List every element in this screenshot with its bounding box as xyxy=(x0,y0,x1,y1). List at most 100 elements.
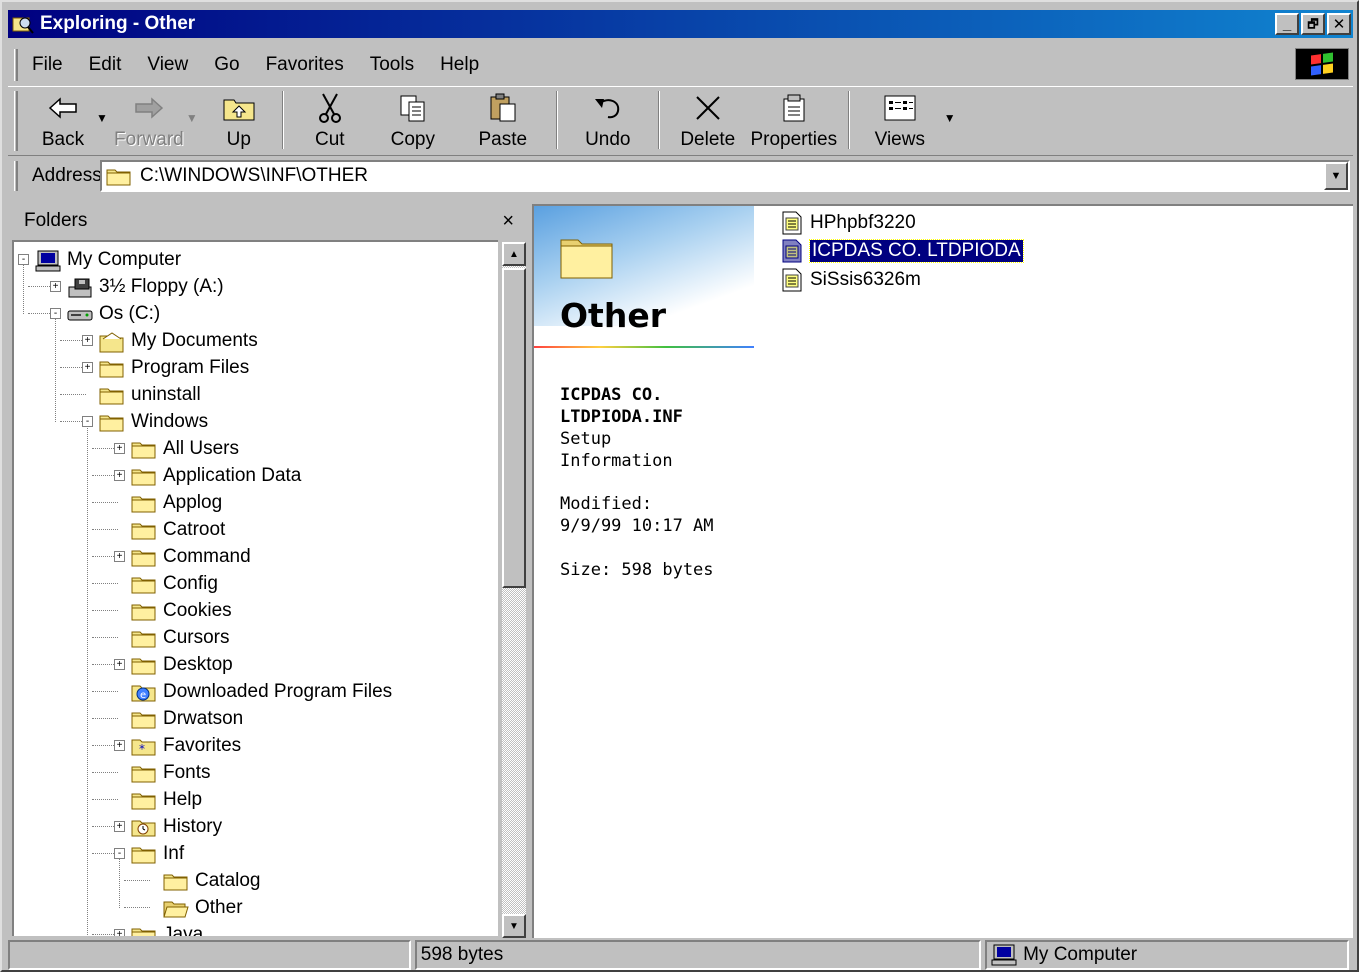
tree-item-favorites[interactable]: + * Favorites xyxy=(114,732,241,759)
status-panel-blank xyxy=(8,940,411,970)
folder-icon xyxy=(131,844,157,864)
forward-dropdown-icon[interactable]: ▼ xyxy=(186,111,198,125)
tree-item-drwatson[interactable]: Drwatson xyxy=(114,705,243,732)
paste-icon xyxy=(483,91,523,125)
minimize-button[interactable]: _ xyxy=(1275,13,1299,35)
undo-icon xyxy=(588,91,628,125)
back-label: Back xyxy=(41,129,85,150)
tree-item-my-documents[interactable]: + My Documents xyxy=(82,327,258,354)
expand-icon[interactable]: + xyxy=(114,551,125,562)
tree-item-label: Applog xyxy=(163,491,223,513)
folder-icon xyxy=(131,763,157,783)
status-zone-label: My Computer xyxy=(1023,944,1138,965)
copy-button[interactable]: Copy xyxy=(368,87,458,153)
address-dropdown-button[interactable]: ▼ xyxy=(1324,162,1348,190)
tree-item-downloaded-program-files[interactable]: e Downloaded Program Files xyxy=(114,678,392,705)
paste-button[interactable]: Paste xyxy=(458,87,548,153)
menu-grip[interactable] xyxy=(14,49,18,81)
address-input[interactable]: C:\WINDOWS\INF\OTHER ▼ xyxy=(100,160,1350,192)
delete-label: Delete xyxy=(680,129,736,150)
menu-view[interactable]: View xyxy=(147,54,188,76)
large-folder-icon xyxy=(560,234,614,280)
address-grip[interactable] xyxy=(14,161,18,191)
tree-item-label: Application Data xyxy=(163,464,302,486)
up-label: Up xyxy=(226,129,251,150)
tree-item-all-users[interactable]: + All Users xyxy=(114,435,239,462)
tree-item-other[interactable]: Other xyxy=(146,894,243,921)
tree-item-help[interactable]: Help xyxy=(114,786,202,813)
drive-icon xyxy=(67,304,93,324)
expand-icon[interactable]: + xyxy=(114,740,125,751)
tree-item-java[interactable]: + Java xyxy=(114,921,203,936)
tree-item-program-files[interactable]: + Program Files xyxy=(82,354,249,381)
expand-icon[interactable]: + xyxy=(114,470,125,481)
close-button[interactable]: ✕ xyxy=(1327,13,1351,35)
tree-connector xyxy=(55,318,56,422)
close-icon: ✕ xyxy=(1332,15,1346,33)
tree-item-applog[interactable]: Applog xyxy=(114,489,222,516)
tree-item-my-computer[interactable]: - My Computer xyxy=(18,246,181,273)
expand-icon[interactable]: + xyxy=(114,929,125,936)
folders-header: Folders × xyxy=(10,204,524,238)
views-button[interactable]: Views xyxy=(858,87,942,153)
expand-icon[interactable]: + xyxy=(114,659,125,670)
tree-scrollbar[interactable]: ▲ ▼ xyxy=(502,242,526,938)
folder-tree[interactable]: - My Computer +3½ Floppy (A:) - Os (C:) + My D… xyxy=(12,240,498,936)
tree-item-cookies[interactable]: Cookies xyxy=(114,597,232,624)
maximize-button[interactable]: 🗗 xyxy=(1301,13,1325,35)
tree-item-application-data[interactable]: + Application Data xyxy=(114,462,301,489)
tree-item-uninstall[interactable]: uninstall xyxy=(82,381,201,408)
folder-icon xyxy=(131,493,157,513)
properties-label: Properties xyxy=(750,129,838,150)
tree-item-label: Os (C:) xyxy=(99,302,161,324)
back-button[interactable]: Back xyxy=(32,87,94,153)
close-folders-button[interactable]: × xyxy=(502,210,514,233)
tree-item-fonts[interactable]: Fonts xyxy=(114,759,211,786)
undo-button[interactable]: Undo xyxy=(566,87,650,153)
tree-item-label: Fonts xyxy=(163,761,211,783)
tree-item-catalog[interactable]: Catalog xyxy=(146,867,261,894)
file-item[interactable]: SiSsis6326m xyxy=(782,267,921,293)
menu-favorites[interactable]: Favorites xyxy=(266,54,344,76)
menu-help[interactable]: Help xyxy=(440,54,479,76)
tree-item-inf[interactable]: - Inf xyxy=(114,840,184,867)
scroll-up-button[interactable]: ▲ xyxy=(502,242,526,266)
file-name: HPhpbf3220 xyxy=(810,212,916,233)
cut-button[interactable]: Cut xyxy=(292,87,368,153)
tree-item-3-floppy-a[interactable]: +3½ Floppy (A:) xyxy=(50,273,224,300)
expand-icon[interactable]: + xyxy=(114,821,125,832)
back-dropdown-icon[interactable]: ▼ xyxy=(96,111,108,125)
tree-item-windows[interactable]: - Windows xyxy=(82,408,208,435)
floppy-icon xyxy=(67,277,93,297)
menu-file[interactable]: File xyxy=(32,54,63,76)
tree-item-config[interactable]: Config xyxy=(114,570,218,597)
forward-button[interactable]: Forward xyxy=(114,87,184,153)
tree-item-catroot[interactable]: Catroot xyxy=(114,516,225,543)
up-button[interactable]: Up xyxy=(204,87,274,153)
tree-item-desktop[interactable]: + Desktop xyxy=(114,651,233,678)
tree-item-history[interactable]: + History xyxy=(114,813,222,840)
delete-x-icon xyxy=(688,91,728,125)
tree-item-cursors[interactable]: Cursors xyxy=(114,624,230,651)
expand-icon[interactable]: + xyxy=(50,281,61,292)
views-dropdown-icon[interactable]: ▼ xyxy=(944,111,956,125)
title-bar[interactable]: Exploring - Other _ 🗗 ✕ xyxy=(8,10,1353,38)
expand-icon[interactable]: + xyxy=(82,335,93,346)
tree-item-label: My Computer xyxy=(67,248,182,270)
tree-item-os-c[interactable]: - Os (C:) xyxy=(50,300,160,327)
expand-icon[interactable]: + xyxy=(114,443,125,454)
menu-tools[interactable]: Tools xyxy=(370,54,414,76)
tree-item-command[interactable]: + Command xyxy=(114,543,251,570)
file-item[interactable]: HPhpbf3220 xyxy=(782,210,916,236)
menu-edit[interactable]: Edit xyxy=(89,54,122,76)
toolbar-grip[interactable] xyxy=(14,91,18,151)
content-pane[interactable]: Other ICPDAS CO. LTDPIODA.INF Setup Info… xyxy=(532,204,1353,938)
delete-button[interactable]: Delete xyxy=(668,87,748,153)
expand-icon[interactable]: + xyxy=(82,362,93,373)
menu-go[interactable]: Go xyxy=(214,54,239,76)
scroll-thumb[interactable] xyxy=(502,268,526,588)
properties-button[interactable]: Properties xyxy=(748,87,840,153)
file-item-selected[interactable]: ICPDAS CO. LTDPIODA xyxy=(782,238,1024,264)
scroll-down-button[interactable]: ▼ xyxy=(502,914,526,938)
cut-label: Cut xyxy=(314,129,345,150)
